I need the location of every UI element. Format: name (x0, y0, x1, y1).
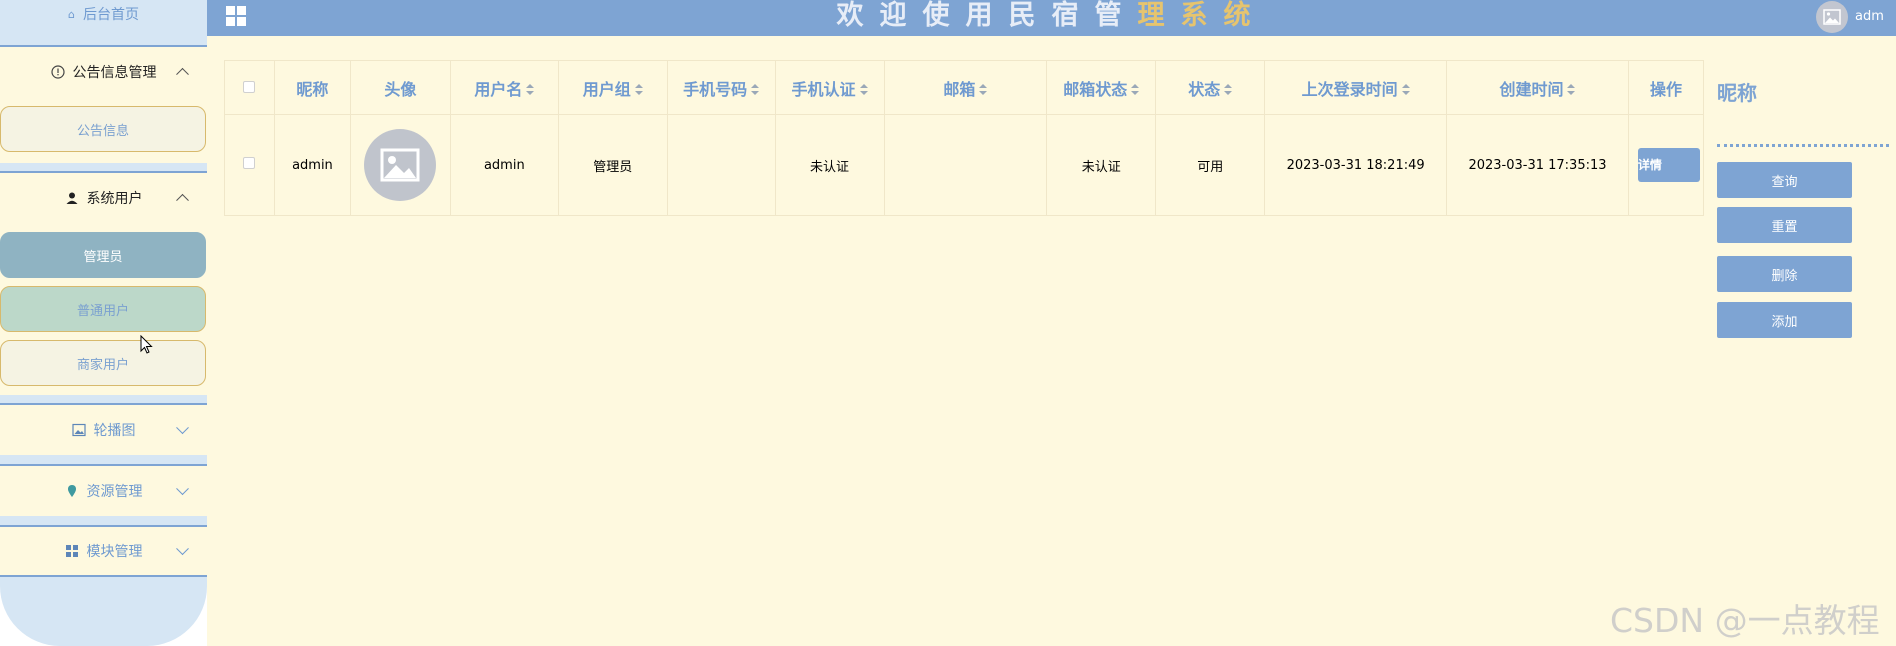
select-all-checkbox[interactable] (243, 81, 256, 93)
cell-nickname: admin (273, 114, 351, 216)
sort-icon (859, 84, 868, 96)
sidebar-item-normal-users[interactable]: 普通用户 (0, 286, 206, 332)
cell-created: 2023-03-31 17:35:13 (1446, 114, 1629, 216)
cell-last-login: 2023-03-31 18:21:49 (1264, 114, 1448, 216)
select-all-cell[interactable] (224, 60, 275, 115)
col-header-sortable[interactable]: 手机认证 (774, 60, 885, 115)
sidebar-item-announcement-info[interactable]: 公告信息 (0, 106, 206, 152)
col-header: 昵称 (273, 60, 351, 115)
search-panel-title: 昵称 (1717, 81, 1757, 105)
sidebar-item-label: 管理员 (83, 249, 123, 265)
image-icon (71, 423, 86, 437)
sidebar-group-label: 轮播图 (93, 423, 136, 439)
col-header-sortable[interactable]: 用户组 (557, 60, 668, 115)
sort-icon (751, 84, 760, 96)
table-header-row: 昵称 头像 用户名 用户组 手机号码 手机认证 邮箱 邮箱状态 状态 上次登录时… (224, 60, 1705, 115)
dotted-divider (1717, 144, 1889, 147)
col-header-sortable[interactable]: 手机号码 (666, 60, 776, 115)
cell-username: admin (449, 114, 559, 216)
top-header: 欢迎使用民宿管理系统 adm (207, 0, 1896, 36)
chevron-up-icon (176, 193, 189, 207)
row-select-cell[interactable] (224, 114, 275, 216)
col-header-sortable[interactable]: 上次登录时间 (1264, 60, 1448, 115)
main-content: 昵称 头像 用户名 用户组 手机号码 手机认证 邮箱 邮箱状态 状态 上次登录时… (207, 36, 1896, 646)
chevron-down-icon (176, 421, 189, 435)
cell-avatar (349, 114, 451, 216)
detail-button[interactable]: 详情 (1637, 148, 1700, 182)
chevron-down-icon (176, 542, 189, 556)
info-icon (50, 65, 65, 79)
sidebar-group-modules[interactable]: 模块管理 (0, 525, 207, 577)
image-placeholder-icon (364, 129, 437, 201)
sidebar-group-label: 模块管理 (86, 544, 143, 560)
sidebar-group-label: 系统用户 (86, 191, 143, 207)
sidebar-submenu: 管理员 普通用户 商家用户 (0, 223, 207, 395)
sidebar-group-label: 资源管理 (86, 484, 143, 500)
sort-icon (1224, 84, 1233, 96)
location-icon (65, 484, 79, 498)
sidebar: ⌂ 后台首页 公告信息管理 公告信息 系统用户 管理员 普通用户 商家用户 轮播… (0, 0, 207, 646)
query-button[interactable]: 查询 (1717, 162, 1852, 198)
watermark: CSDN @一点教程 (1610, 601, 1880, 640)
col-header-sortable[interactable]: 用户名 (449, 60, 559, 115)
reset-button[interactable]: 重置 (1717, 207, 1852, 243)
col-header: 头像 (349, 60, 451, 115)
col-header-sortable[interactable]: 创建时间 (1446, 60, 1629, 115)
cell-phone (666, 114, 776, 216)
home-icon: ⌂ (68, 7, 75, 21)
avatar[interactable] (1816, 1, 1848, 33)
sidebar-item-label: 公告信息 (76, 123, 129, 139)
sidebar-item-home[interactable]: ⌂ 后台首页 (0, 0, 207, 28)
image-placeholder-icon (1823, 9, 1841, 25)
col-header: 操作 (1627, 60, 1705, 115)
sidebar-item-merchant-users[interactable]: 商家用户 (0, 340, 206, 386)
sidebar-group-resources[interactable]: 资源管理 (0, 464, 207, 516)
page-title: 欢迎使用民宿管理系统 (836, 0, 1267, 31)
row-checkbox[interactable] (243, 157, 256, 169)
chevron-up-icon (176, 67, 189, 81)
cell-status: 可用 (1155, 114, 1266, 216)
sort-icon (1131, 84, 1140, 96)
cell-phone-verified: 未认证 (774, 114, 885, 216)
grid-icon (65, 544, 79, 558)
sort-icon (979, 84, 988, 96)
col-header-sortable[interactable]: 状态 (1155, 60, 1266, 115)
sort-icon (634, 84, 643, 96)
add-button[interactable]: 添加 (1717, 302, 1852, 338)
cell-group: 管理员 (557, 114, 668, 216)
cell-email-status: 未认证 (1046, 114, 1157, 216)
sort-icon (526, 84, 535, 96)
sidebar-item-label: 商家用户 (76, 357, 129, 373)
sidebar-group-announcement[interactable]: 公告信息管理 (0, 45, 207, 97)
table-row: admin admin 管理员 未认证 未认证 可用 2023-03-31 18… (224, 114, 1705, 216)
user-table: 昵称 头像 用户名 用户组 手机号码 手机认证 邮箱 邮箱状态 状态 上次登录时… (224, 60, 1705, 216)
cell-action: 详情 (1627, 114, 1705, 216)
sidebar-group-label: 公告信息管理 (72, 65, 157, 81)
sidebar-item-admin[interactable]: 管理员 (0, 232, 206, 278)
col-header-sortable[interactable]: 邮箱状态 (1046, 60, 1157, 115)
sidebar-group-system-users[interactable]: 系统用户 (0, 171, 207, 223)
col-header-sortable[interactable]: 邮箱 (883, 60, 1048, 115)
delete-button[interactable]: 删除 (1717, 256, 1852, 292)
sidebar-item-label: 普通用户 (76, 303, 129, 319)
sidebar-submenu: 公告信息 (0, 97, 207, 163)
sort-icon (1567, 84, 1576, 96)
sidebar-item-label: 后台首页 (82, 7, 139, 23)
sort-icon (1401, 84, 1410, 96)
chevron-down-icon (176, 482, 189, 496)
cell-email (883, 114, 1048, 216)
sidebar-group-carousel[interactable]: 轮播图 (0, 403, 207, 455)
user-icon (65, 191, 79, 205)
user-name[interactable]: adm (1855, 9, 1884, 24)
